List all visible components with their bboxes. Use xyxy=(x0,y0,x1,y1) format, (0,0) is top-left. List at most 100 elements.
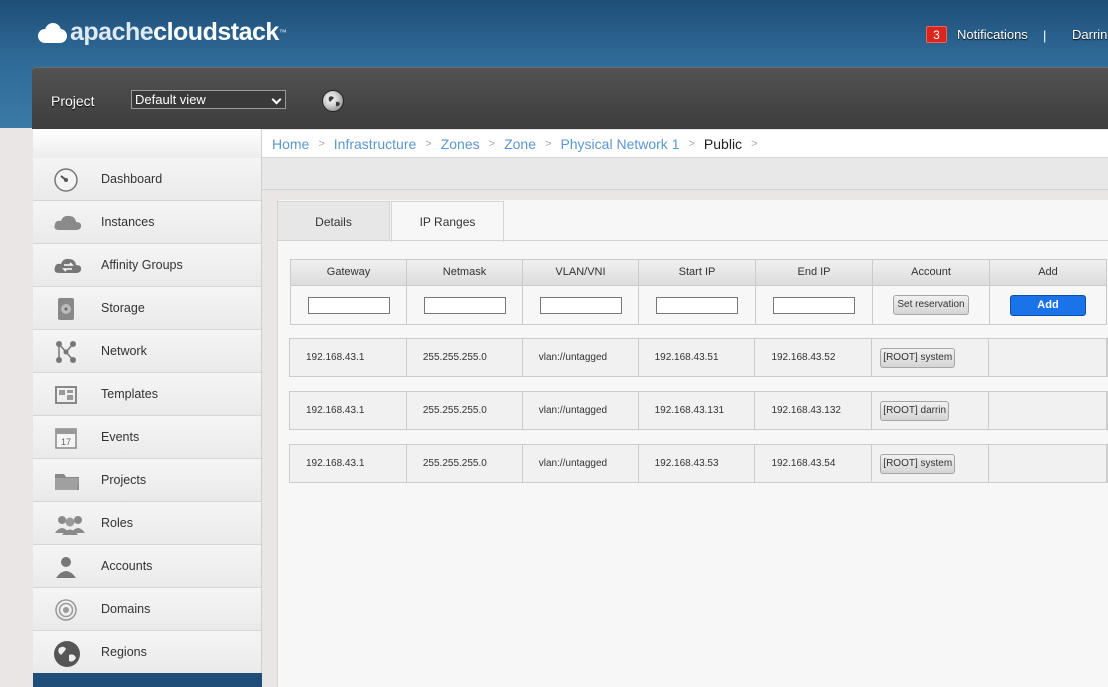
tab-ip-ranges[interactable]: IP Ranges xyxy=(391,201,504,242)
cell-start-ip: 192.168.43.53 xyxy=(639,445,756,482)
tab-underline xyxy=(390,240,1108,241)
column-header-netmask: Netmask xyxy=(406,259,523,286)
cell-end-ip: 192.168.43.52 xyxy=(755,339,873,376)
breadcrumb-separator: > xyxy=(318,137,325,150)
vlan-input[interactable] xyxy=(539,296,622,314)
svg-text:17: 17 xyxy=(61,437,71,447)
start-ip-input[interactable] xyxy=(656,296,738,314)
disk-icon xyxy=(53,296,79,322)
column-header-vlan: VLAN/VNI xyxy=(522,259,639,286)
account-button[interactable]: [ROOT] system xyxy=(880,453,956,474)
notifications-count-badge: 3 xyxy=(926,26,947,43)
apache-cloudstack-logo[interactable]: apache cloudstack ™ xyxy=(36,14,287,50)
breadcrumb-separator: > xyxy=(425,137,432,150)
cell-account: [ROOT] darrin xyxy=(872,392,990,429)
sidebar-item-accounts[interactable]: Accounts xyxy=(33,545,261,588)
cell-actions xyxy=(989,445,1107,482)
roles-icon xyxy=(53,511,85,537)
logo-trademark: ™ xyxy=(278,27,287,37)
ip-range-input-row: Set reservation Add xyxy=(290,286,1108,325)
project-select[interactable]: Default view xyxy=(131,90,286,109)
sidebar: Dashboard Instances Affinity Groups Storage… xyxy=(33,129,262,687)
column-header-add: Add xyxy=(989,259,1107,286)
cell-netmask: 255.255.255.0 xyxy=(407,339,523,376)
logo-text-apache: apache xyxy=(70,17,154,46)
sidebar-item-label: Dashboard xyxy=(101,172,163,186)
table-row: 192.168.43.1 255.255.255.0 vlan://untagg… xyxy=(289,391,1108,430)
breadcrumb-infrastructure[interactable]: Infrastructure xyxy=(334,136,416,152)
breadcrumb-separator: > xyxy=(545,137,552,150)
sidebar-item-roles[interactable]: Roles xyxy=(33,502,261,545)
notifications-label: Notifications xyxy=(957,27,1028,42)
column-header-end-ip: End IP xyxy=(755,259,873,286)
header-separator: | xyxy=(1043,28,1047,43)
tab-ip-ranges-label: IP Ranges xyxy=(419,215,476,229)
sidebar-item-label: Roles xyxy=(101,516,133,530)
cell-netmask: 255.255.255.0 xyxy=(407,445,523,482)
set-reservation-button[interactable]: Set reservation xyxy=(893,295,969,315)
breadcrumb-separator: > xyxy=(488,137,496,150)
breadcrumb-zones[interactable]: Zones xyxy=(441,136,480,152)
tab-details-label: Details xyxy=(315,214,352,229)
netmask-input[interactable] xyxy=(423,296,506,314)
end-ip-input[interactable] xyxy=(773,296,855,314)
cell-gateway: 192.168.43.1 xyxy=(290,392,407,429)
calendar-icon: 17 xyxy=(53,425,79,451)
sidebar-item-storage[interactable]: Storage xyxy=(33,287,261,330)
column-header-start-ip: Start IP xyxy=(638,259,756,286)
cell-end-ip: 192.168.43.132 xyxy=(755,392,873,429)
account-button[interactable]: [ROOT] system xyxy=(880,347,956,368)
network-icon xyxy=(53,339,79,365)
sidebar-item-templates[interactable]: Templates xyxy=(33,373,261,416)
cloud-icon xyxy=(53,210,82,236)
sidebar-item-regions[interactable]: Regions xyxy=(33,631,261,674)
project-label: Project xyxy=(51,93,95,109)
table-row: 192.168.43.1 255.255.255.0 vlan://untagg… xyxy=(289,444,1108,483)
globe-icon[interactable] xyxy=(322,90,344,112)
breadcrumb-physical-network[interactable]: Physical Network 1 xyxy=(560,136,679,152)
ip-range-header-row: Gateway Netmask VLAN/VNI Start IP End IP… xyxy=(290,259,1108,286)
sidebar-item-instances[interactable]: Instances xyxy=(33,201,261,244)
column-header-account: Account xyxy=(872,259,990,286)
breadcrumb-separator: > xyxy=(688,137,695,150)
gateway-input[interactable] xyxy=(307,296,390,314)
user-menu[interactable]: Darrin xyxy=(1072,27,1107,42)
toolbar xyxy=(262,158,1108,190)
sidebar-item-label: Instances xyxy=(101,215,155,229)
breadcrumb-separator: > xyxy=(751,137,758,150)
cell-vlan: vlan://untagged xyxy=(523,392,639,429)
sidebar-item-dashboard[interactable]: Dashboard xyxy=(33,158,261,201)
sidebar-item-label: Domains xyxy=(101,602,151,616)
tab-details[interactable]: Details xyxy=(277,201,390,241)
sidebar-item-label: Affinity Groups xyxy=(101,258,183,272)
sidebar-item-domains[interactable]: Domains xyxy=(33,588,261,631)
cell-account: [ROOT] system xyxy=(872,339,990,376)
notifications-button[interactable]: 3 Notifications xyxy=(926,26,1028,43)
sidebar-item-partial[interactable] xyxy=(33,673,262,687)
ip-range-form: Gateway Netmask VLAN/VNI Start IP End IP… xyxy=(290,259,1108,325)
cell-start-ip: 192.168.43.131 xyxy=(639,392,756,429)
breadcrumb-home[interactable]: Home xyxy=(272,136,309,152)
sidebar-item-affinity-groups[interactable]: Affinity Groups xyxy=(33,244,261,287)
project-bar: Project Default view xyxy=(32,67,1108,129)
sidebar-item-projects[interactable]: Projects xyxy=(33,459,261,502)
dashboard-icon xyxy=(53,167,79,193)
affinity-cloud-icon xyxy=(53,253,82,279)
sidebar-item-label: Projects xyxy=(101,473,147,487)
sidebar-item-label: Accounts xyxy=(101,559,153,573)
cell-netmask: 255.255.255.0 xyxy=(407,392,523,429)
breadcrumb: Home > Infrastructure > Zones > Zone > P… xyxy=(262,130,1108,158)
sidebar-item-network[interactable]: Network xyxy=(33,330,261,373)
chevron-down-icon xyxy=(271,94,282,105)
add-button[interactable]: Add xyxy=(1010,294,1086,316)
cell-gateway: 192.168.43.1 xyxy=(290,339,407,376)
cell-gateway: 192.168.43.1 xyxy=(290,445,407,482)
breadcrumb-zone[interactable]: Zone xyxy=(504,136,536,152)
column-header-gateway: Gateway xyxy=(290,259,407,286)
table-row: 192.168.43.1 255.255.255.0 vlan://untagg… xyxy=(289,338,1108,377)
sidebar-top xyxy=(33,129,261,158)
folder-icon xyxy=(53,468,79,494)
account-button[interactable]: [ROOT] darrin xyxy=(880,400,950,421)
sidebar-item-label: Network xyxy=(101,344,147,358)
sidebar-item-events[interactable]: 17 Events xyxy=(33,416,261,459)
